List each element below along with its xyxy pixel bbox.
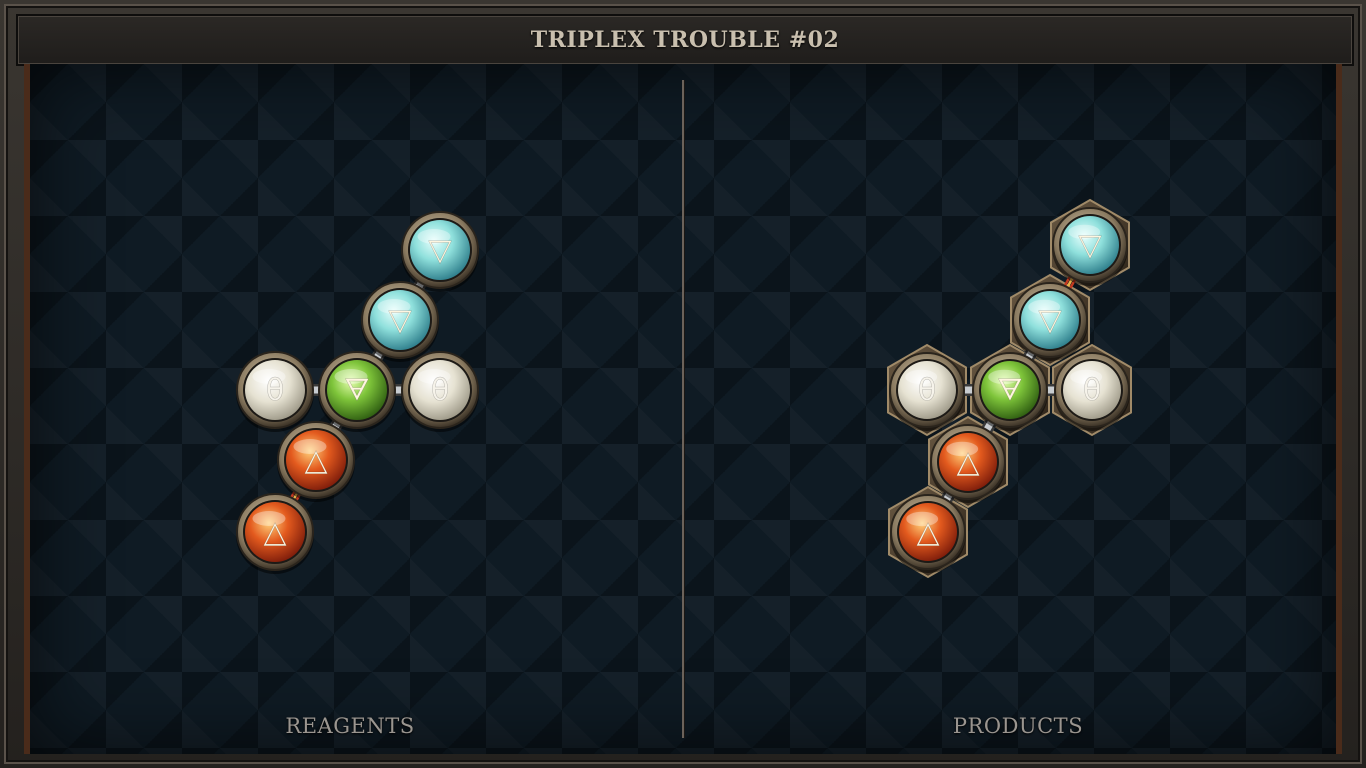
fire-symbol-icon: △ [916,515,939,550]
reagents-atom-water[interactable]: ▽ [361,281,439,362]
title-bar: TRIPLEX TROUBLE #02 [16,14,1354,66]
reagents-label: REAGENTS [285,714,415,738]
products-atom-salt[interactable]: θ [1054,352,1130,431]
game-window: TRIPLEX TROUBLE #02 REAGENTS PRODUCTS ▽ … [0,0,1366,768]
reagents-atom-salt[interactable]: θ [401,351,479,432]
earth-symbol-icon: 🜃 [344,373,370,408]
salt-symbol-icon: θ [266,373,284,408]
puzzle-title: TRIPLEX TROUBLE #02 [530,27,840,53]
reagents-atom-fire[interactable]: △ [236,493,314,574]
products-atom-salt[interactable]: θ [889,352,965,431]
products-atom-earth[interactable]: 🜃 [972,352,1048,431]
salt-symbol-icon: θ [431,373,449,408]
reagents-atom-fire[interactable]: △ [277,421,355,502]
water-symbol-icon: ▽ [428,233,451,268]
reagents-atom-water[interactable]: ▽ [401,211,479,292]
products-atom-water[interactable]: ▽ [1052,207,1128,286]
water-symbol-icon: ▽ [388,303,411,338]
water-symbol-icon: ▽ [1078,228,1101,263]
water-symbol-icon: ▽ [1038,303,1061,338]
fire-symbol-icon: △ [263,515,286,550]
products-label: PRODUCTS [952,714,1084,738]
products-atom-fire[interactable]: △ [890,494,966,573]
salt-symbol-icon: θ [1083,373,1101,408]
fire-symbol-icon: △ [304,443,327,478]
fire-symbol-icon: △ [956,445,979,480]
products-atom-water[interactable]: ▽ [1012,282,1088,361]
earth-symbol-icon: 🜃 [997,373,1023,408]
reagents-atom-earth[interactable]: 🜃 [318,351,396,432]
reagents-atom-salt[interactable]: θ [236,351,314,432]
products-atom-fire[interactable]: △ [930,424,1006,503]
panel-divider [682,80,684,738]
salt-symbol-icon: θ [918,373,936,408]
